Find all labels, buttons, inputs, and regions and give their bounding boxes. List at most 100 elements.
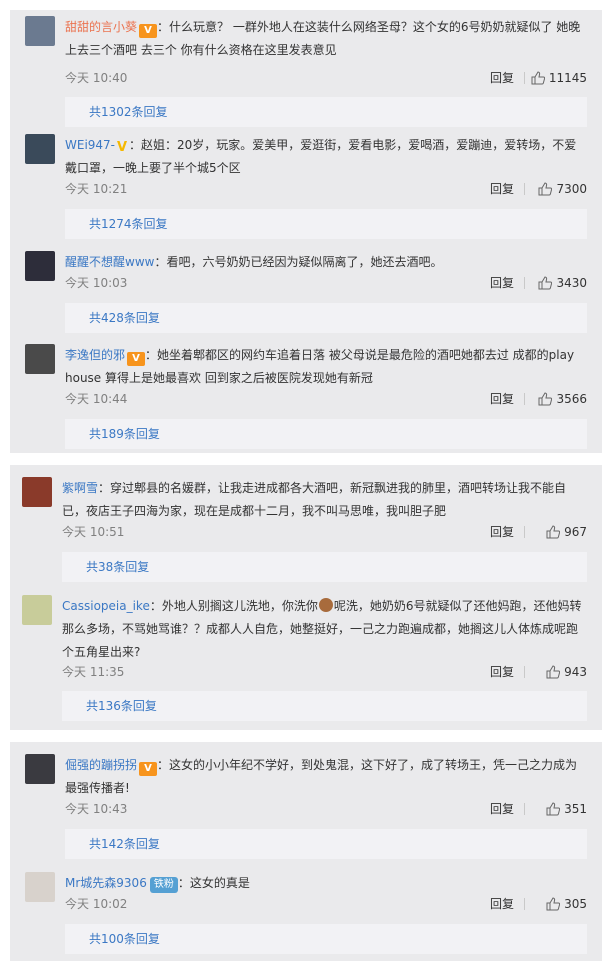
comment-text: 甜甜的言小葵 V ：什么玩意？ 一群外地人在这装什么网络圣母？这个女的6号奶奶就疑似… xyxy=(65,16,582,62)
divider xyxy=(524,803,525,815)
timestamp: 今天 10:43 xyxy=(65,802,128,816)
thumbs-up-icon xyxy=(546,525,561,539)
comment-text: 紫啊雪：穿过郫县的名媛群，让我走进成都各大酒吧，新冠飘进我的肺里，酒吧转场让我不… xyxy=(62,477,582,523)
username[interactable]: 倔强的蹦拐拐 xyxy=(65,758,137,772)
thumbs-up-icon xyxy=(538,276,553,290)
avatar[interactable] xyxy=(22,477,52,507)
divider xyxy=(524,72,525,84)
comment-panel-2: 紫啊雪：穿过郫县的名媛群，让我走进成都各大酒吧，新冠飘进我的肺里，酒吧转场让我不… xyxy=(10,465,602,730)
vip-badge-icon: V xyxy=(127,352,146,366)
comment-meta: 今天 10:44 回复 3566 xyxy=(65,389,587,409)
avatar[interactable] xyxy=(25,134,55,164)
thumbs-up-icon xyxy=(538,182,553,196)
comment-meta: 今天 10:43 回复 351 xyxy=(65,799,587,819)
thumbs-up-icon xyxy=(546,665,561,679)
vip-badge-icon: V xyxy=(139,762,158,776)
username[interactable]: Mr城先森9306 xyxy=(65,876,147,890)
comment-meta: 今天 10:40 回复 11145 xyxy=(65,68,587,88)
comment-text: WEi947- V ：赵姐：20岁，玩家。爱美甲，爱逛街，爱看电影，爱喝酒，爱蹦迪，… xyxy=(65,134,582,180)
timestamp: 今天 11:35 xyxy=(62,665,125,679)
username[interactable]: 甜甜的言小葵 xyxy=(65,20,137,34)
comment-text: Cassiopeia_ike：外地人别搁这儿洗地，你洗你 呢洗，她奶奶6号就疑似了… xyxy=(62,595,582,664)
comment-text: 倔强的蹦拐拐 V ：这女的小小年纪不学好，到处鬼混，这下好了，成了转场王，凭一己之力… xyxy=(65,754,582,800)
avatar[interactable] xyxy=(25,16,55,46)
comment-text: 醒醒不想醒www：看吧，六号奶奶已经因为疑似隔离了，她还去酒吧。 xyxy=(65,251,582,274)
username[interactable]: 醒醒不想醒www xyxy=(65,255,154,269)
comment-body: ：穿过郫县的名媛群，让我走进成都各大酒吧，新冠飘进我的肺里，酒吧转场让我不能自已… xyxy=(62,481,567,518)
username[interactable]: 李逸但的邪 xyxy=(65,348,125,362)
like-count: 3430 xyxy=(556,276,587,290)
thumbs-up-icon xyxy=(538,392,553,406)
divider xyxy=(524,526,525,538)
timestamp: 今天 10:03 xyxy=(65,276,128,290)
like-button[interactable]: 7300 xyxy=(538,179,587,199)
thumbs-up-icon xyxy=(546,897,561,911)
thumbs-up-icon xyxy=(531,71,545,85)
more-replies-link[interactable]: 共1274条回复 xyxy=(65,209,587,239)
comment-body: ：这女的真是 xyxy=(177,876,250,890)
comment-text: 李逸但的邪 V ：她坐着郫都区的网约车追着日落 被父母说是最危险的酒吧她都去过 成都… xyxy=(65,344,582,390)
like-count: 943 xyxy=(564,665,587,679)
like-count: 11145 xyxy=(548,71,587,85)
reply-button[interactable]: 回复 xyxy=(490,894,514,914)
more-replies-link[interactable]: 共136条回复 xyxy=(62,691,587,721)
verified-v-icon: V xyxy=(117,140,128,155)
reply-button[interactable]: 回复 xyxy=(490,389,514,409)
like-count: 3566 xyxy=(556,392,587,406)
comment-meta: 今天 10:21 回复 7300 xyxy=(65,179,587,199)
more-replies-link[interactable]: 共38条回复 xyxy=(62,552,587,582)
more-replies-link[interactable]: 共428条回复 xyxy=(65,303,587,333)
username[interactable]: 紫啊雪 xyxy=(62,481,98,495)
comment-meta: 今天 11:35 回复 943 xyxy=(62,662,587,682)
like-button[interactable]: 351 xyxy=(546,799,587,819)
avatar[interactable] xyxy=(22,595,52,625)
username[interactable]: Cassiopeia_ike xyxy=(62,599,150,613)
comment-meta: 今天 10:03 回复 3430 xyxy=(65,273,587,293)
more-replies-link[interactable]: 共142条回复 xyxy=(65,829,587,859)
like-button[interactable]: 305 xyxy=(546,894,587,914)
divider xyxy=(524,666,525,678)
like-button[interactable]: 11145 xyxy=(531,68,587,88)
reply-button[interactable]: 回复 xyxy=(490,799,514,819)
like-button[interactable]: 967 xyxy=(546,522,587,542)
reply-button[interactable]: 回复 xyxy=(490,662,514,682)
comment-panel-1: 甜甜的言小葵 V ：什么玩意？ 一群外地人在这装什么网络圣母？这个女的6号奶奶就疑似… xyxy=(10,10,602,453)
vip-badge-icon: V xyxy=(139,24,158,38)
thumbs-up-icon xyxy=(546,802,561,816)
comment-meta: 今天 10:51 回复 967 xyxy=(62,522,587,542)
like-count: 7300 xyxy=(556,182,587,196)
timestamp: 今天 10:02 xyxy=(65,897,128,911)
like-button[interactable]: 3430 xyxy=(538,273,587,293)
reply-button[interactable]: 回复 xyxy=(490,68,514,88)
like-button[interactable]: 943 xyxy=(546,662,587,682)
more-replies-link[interactable]: 共1302条回复 xyxy=(65,97,587,127)
comment-meta: 今天 10:02 回复 305 xyxy=(65,894,587,914)
more-replies-link[interactable]: 共189条回复 xyxy=(65,419,587,449)
divider xyxy=(524,183,525,195)
timestamp: 今天 10:44 xyxy=(65,392,128,406)
reply-button[interactable]: 回复 xyxy=(490,522,514,542)
avatar-emoji-icon xyxy=(318,598,333,612)
divider xyxy=(524,898,525,910)
fan-badge-icon: 铁粉 xyxy=(149,877,178,893)
username[interactable]: WEi947- xyxy=(65,138,115,152)
timestamp: 今天 10:40 xyxy=(65,71,128,85)
reply-button[interactable]: 回复 xyxy=(490,179,514,199)
timestamp: 今天 10:51 xyxy=(62,525,125,539)
timestamp: 今天 10:21 xyxy=(65,182,128,196)
reply-button[interactable]: 回复 xyxy=(490,273,514,293)
like-button[interactable]: 3566 xyxy=(538,389,587,409)
divider xyxy=(524,277,525,289)
like-count: 305 xyxy=(564,897,587,911)
comment-panel-3: 倔强的蹦拐拐 V ：这女的小小年纪不学好，到处鬼混，这下好了，成了转场王，凭一己之力… xyxy=(10,742,602,961)
comment-body: ：看吧，六号奶奶已经因为疑似隔离了，她还去酒吧。 xyxy=(154,255,443,269)
comment-text: Mr城先森9306 铁粉 ：这女的真是 xyxy=(65,872,582,895)
comment-body: ：赵姐：20岁，玩家。爱美甲，爱逛街，爱看电影，爱喝酒，爱蹦迪，爱转场，不爱戴口… xyxy=(65,138,577,175)
avatar[interactable] xyxy=(25,754,55,784)
divider xyxy=(524,393,525,405)
like-count: 967 xyxy=(564,525,587,539)
avatar[interactable] xyxy=(25,872,55,902)
avatar[interactable] xyxy=(25,344,55,374)
avatar[interactable] xyxy=(25,251,55,281)
more-replies-link[interactable]: 共100条回复 xyxy=(65,924,587,954)
